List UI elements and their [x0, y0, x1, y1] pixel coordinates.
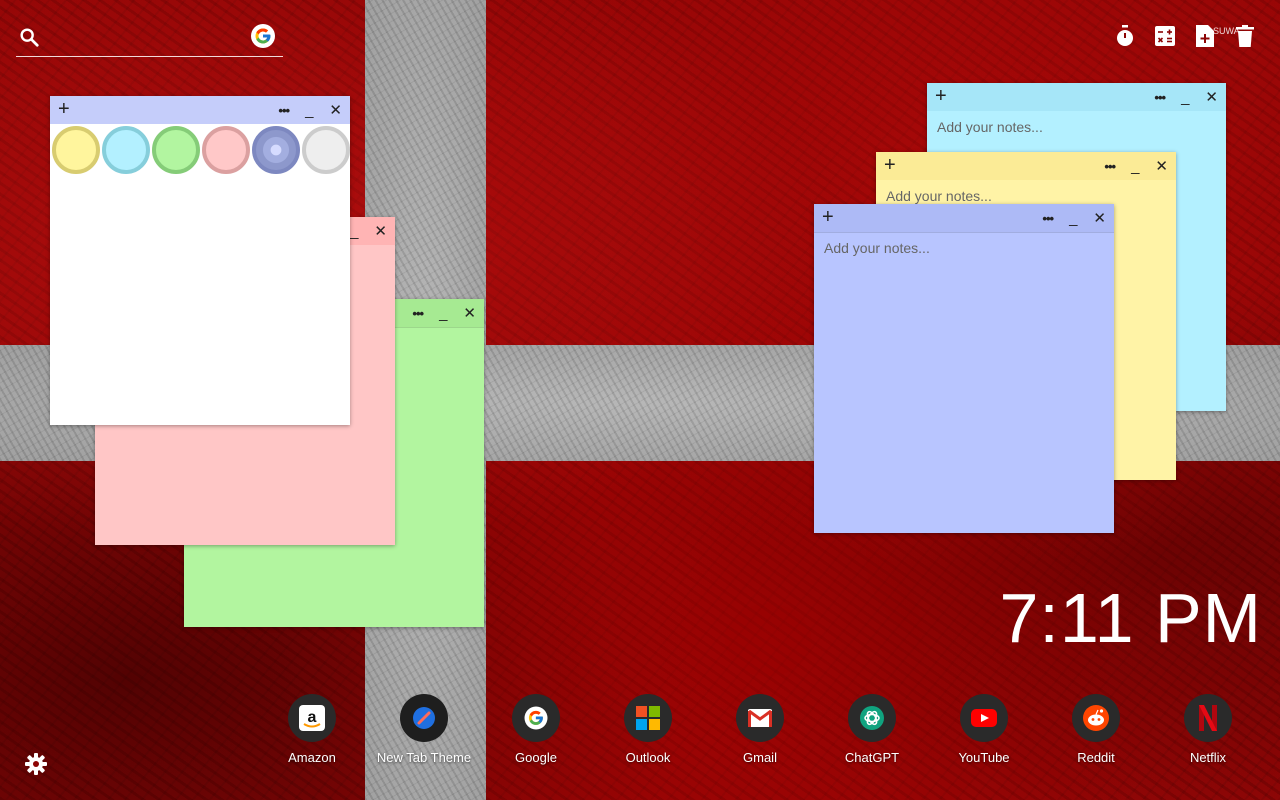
svg-text:a: a — [308, 709, 317, 726]
close-icon[interactable]: ✕ — [329, 103, 342, 118]
shortcut-label: ChatGPT — [844, 750, 900, 765]
note-titlebar[interactable]: + ••• _ ✕ — [876, 152, 1176, 180]
close-icon[interactable]: ✕ — [374, 224, 387, 239]
calculator-icon[interactable] — [1154, 24, 1176, 48]
chatgpt-icon — [848, 694, 896, 742]
add-note-icon[interactable]: + — [884, 155, 896, 175]
close-icon[interactable]: ✕ — [1205, 90, 1218, 105]
shortcut-reddit[interactable]: Reddit — [1040, 694, 1152, 765]
minimize-icon[interactable]: _ — [1131, 159, 1139, 174]
close-icon[interactable]: ✕ — [463, 306, 476, 321]
more-options-icon[interactable]: ••• — [412, 306, 424, 321]
color-swatch-pink[interactable] — [202, 126, 250, 174]
shortcut-label: Gmail — [743, 750, 777, 765]
more-options-icon[interactable]: ••• — [1042, 211, 1054, 226]
more-options-icon[interactable]: ••• — [1154, 90, 1166, 105]
note-body — [814, 232, 1114, 533]
shortcut-label: Google — [515, 750, 557, 765]
shortcut-new-tab-theme[interactable]: New Tab Theme — [368, 694, 480, 765]
shortcut-label: Outlook — [625, 750, 671, 765]
toolbar-tooltip: SUWA... — [1213, 26, 1248, 36]
gear-icon[interactable] — [24, 752, 48, 781]
shortcut-amazon[interactable]: a Amazon — [256, 694, 368, 765]
shortcut-label: New Tab Theme — [376, 750, 472, 765]
color-picker — [50, 124, 352, 176]
shortcut-netflix[interactable]: Netflix — [1152, 694, 1264, 765]
close-icon[interactable]: ✕ — [1093, 211, 1106, 226]
close-icon[interactable]: ✕ — [1155, 159, 1168, 174]
shortcut-label: Netflix — [1189, 750, 1227, 765]
minimize-icon[interactable]: _ — [1069, 211, 1077, 226]
stopwatch-icon[interactable] — [1114, 24, 1136, 48]
google-search-icon[interactable] — [251, 24, 275, 48]
shortcut-label: Amazon — [288, 750, 336, 765]
note-titlebar[interactable]: + ••• _ ✕ — [927, 83, 1226, 111]
shortcut-label: Reddit — [1077, 750, 1115, 765]
minimize-icon[interactable]: _ — [350, 224, 358, 239]
shortcut-chatgpt[interactable]: ChatGPT — [816, 694, 928, 765]
search-input[interactable] — [54, 26, 248, 50]
shortcut-outlook[interactable]: Outlook — [592, 694, 704, 765]
color-swatch-blue-selected[interactable] — [252, 126, 300, 174]
add-note-icon[interactable]: + — [822, 207, 834, 227]
outlook-icon — [624, 694, 672, 742]
amazon-icon: a — [288, 694, 336, 742]
shortcut-gmail[interactable]: Gmail — [704, 694, 816, 765]
color-swatch-grey[interactable] — [302, 126, 350, 174]
more-options-icon[interactable]: ••• — [1104, 159, 1116, 174]
new-tab-theme-icon — [400, 694, 448, 742]
minimize-icon[interactable]: _ — [1181, 90, 1189, 105]
sticky-note-blue[interactable]: + ••• _ ✕ — [814, 204, 1114, 533]
note-titlebar[interactable]: + ••• _ ✕ — [814, 204, 1114, 232]
search-bar — [16, 20, 283, 57]
shortcut-google[interactable]: Google — [480, 694, 592, 765]
color-swatch-cyan[interactable] — [102, 126, 150, 174]
color-swatch-green[interactable] — [152, 126, 200, 174]
color-swatch-yellow[interactable] — [52, 126, 100, 174]
note-textarea[interactable] — [824, 240, 1104, 525]
netflix-icon — [1184, 694, 1232, 742]
google-icon — [512, 694, 560, 742]
search-icon[interactable] — [18, 26, 40, 53]
minimize-icon[interactable]: _ — [305, 103, 313, 118]
add-note-icon[interactable]: + — [935, 86, 947, 106]
gmail-icon — [736, 694, 784, 742]
sticky-note-white[interactable]: + ••• _ ✕ — [50, 96, 350, 425]
shortcut-youtube[interactable]: YouTube — [928, 694, 1040, 765]
shortcut-label: YouTube — [958, 750, 1010, 765]
clock: 7:11 PM — [999, 579, 1262, 657]
youtube-icon — [960, 694, 1008, 742]
reddit-icon — [1072, 694, 1120, 742]
minimize-icon[interactable]: _ — [439, 306, 447, 321]
add-note-icon[interactable]: + — [58, 99, 70, 119]
more-options-icon[interactable]: ••• — [278, 103, 290, 118]
note-titlebar[interactable]: + ••• _ ✕ — [50, 96, 350, 124]
